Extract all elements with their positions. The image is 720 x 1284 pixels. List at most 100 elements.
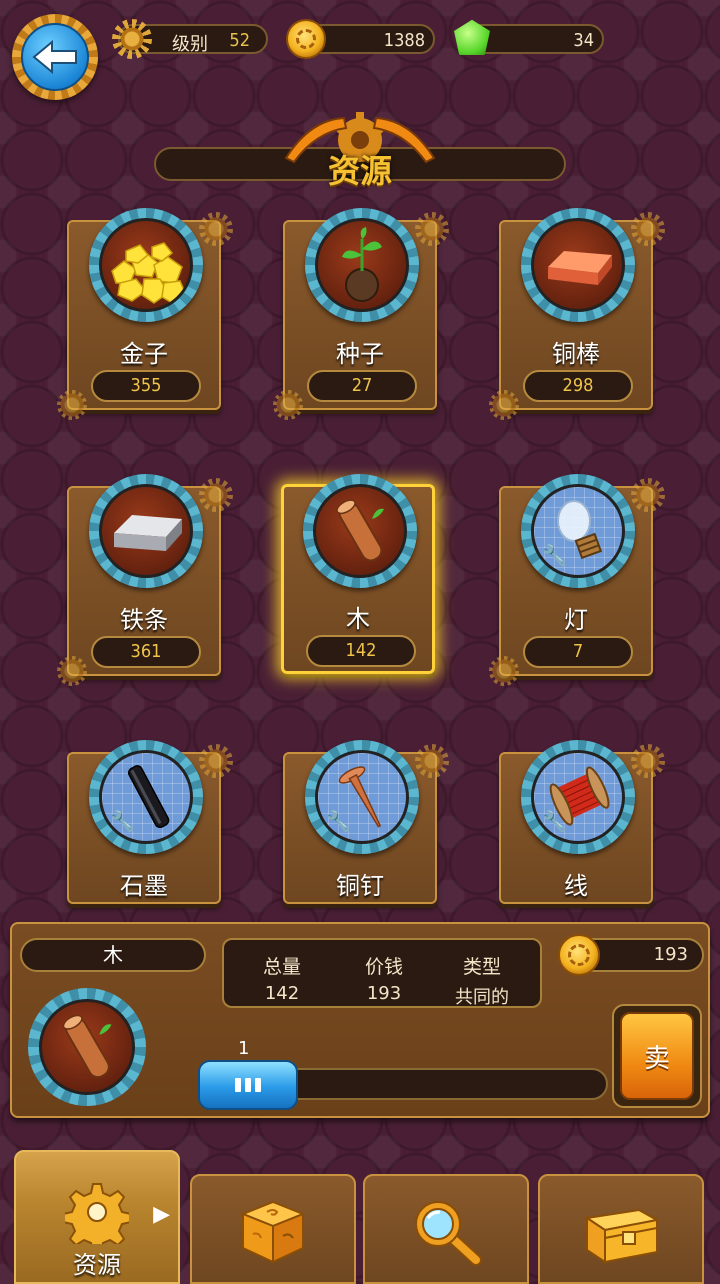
back-arrow-icon bbox=[21, 23, 89, 91]
seed-icon bbox=[315, 218, 409, 312]
decor-gear-icon bbox=[489, 390, 519, 420]
gold-nuggets-icon bbox=[99, 218, 193, 312]
level-value: 52 bbox=[229, 30, 250, 51]
resource-detail-panel: 木 总量 142 价钱 193 类型 共同的 193 1 卖 bbox=[10, 922, 710, 1118]
gem-balance: 34 bbox=[454, 19, 604, 55]
wood-log-icon bbox=[313, 484, 407, 578]
copper-bar-icon bbox=[531, 218, 625, 312]
iron-bar-icon bbox=[99, 484, 193, 578]
resource-count: 361 bbox=[91, 636, 201, 668]
resource-count: 27 bbox=[307, 370, 417, 402]
selected-resource-medal bbox=[28, 988, 146, 1106]
sell-price-display: 193 bbox=[558, 934, 704, 976]
decor-gear-icon bbox=[199, 744, 233, 778]
resource-medal bbox=[89, 208, 203, 322]
wrench-icon: 🔧 bbox=[542, 809, 567, 833]
price-value: 193 bbox=[366, 983, 402, 1004]
resource-card-seed[interactable]: 种子 27 bbox=[273, 208, 449, 420]
resource-name: 木 bbox=[346, 605, 370, 633]
selected-resource-name: 木 bbox=[20, 938, 206, 972]
resource-card-copper-nail[interactable]: 🔧 铜钉 bbox=[283, 740, 449, 904]
nav-crafting-button[interactable] bbox=[190, 1174, 356, 1284]
sell-button[interactable]: 卖 bbox=[612, 1004, 702, 1108]
nav-resources-label: 资源 bbox=[73, 1251, 121, 1279]
nav-resources-button[interactable]: ▶ 资源 bbox=[14, 1150, 180, 1284]
resource-card-gold[interactable]: 金子 355 bbox=[57, 208, 233, 420]
total-label: 总量 bbox=[262, 956, 301, 978]
nav-search-button[interactable] bbox=[363, 1174, 529, 1284]
decor-gear-icon bbox=[199, 212, 233, 246]
decor-gear-icon bbox=[415, 744, 449, 778]
gem-icon bbox=[454, 19, 490, 55]
resource-name: 铁条 bbox=[120, 606, 168, 634]
resource-name: 铜棒 bbox=[552, 340, 600, 368]
total-info: 总量 142 bbox=[232, 952, 332, 1004]
resource-card-wood[interactable]: 木 142 bbox=[281, 474, 435, 674]
resource-name: 灯 bbox=[564, 606, 588, 634]
resource-medal: 🔧 bbox=[521, 740, 635, 854]
resource-medal: 🔧 bbox=[521, 474, 635, 588]
nav-chest-button[interactable] bbox=[538, 1174, 704, 1284]
total-value: 142 bbox=[264, 983, 300, 1004]
resource-card-lamp[interactable]: 🔧 灯 7 bbox=[489, 474, 665, 686]
wrench-icon: 🔧 bbox=[542, 543, 567, 567]
resource-count: 298 bbox=[523, 370, 633, 402]
sell-button-label: 卖 bbox=[620, 1012, 694, 1100]
decor-gear-icon bbox=[631, 744, 665, 778]
resource-name: 铜钉 bbox=[336, 872, 384, 900]
resource-medal bbox=[303, 474, 417, 588]
copper-nail-icon: 🔧 bbox=[315, 750, 409, 844]
resource-count: 7 bbox=[523, 636, 633, 668]
sell-price-value: 193 bbox=[653, 944, 688, 965]
graphite-rod-icon: 🔧 bbox=[99, 750, 193, 844]
decor-gear-icon bbox=[489, 656, 519, 686]
resource-medal bbox=[89, 474, 203, 588]
gem-count: 34 bbox=[573, 30, 594, 51]
wrench-icon: 🔧 bbox=[326, 809, 351, 833]
resource-medal bbox=[521, 208, 635, 322]
decor-gear-icon bbox=[273, 390, 303, 420]
resource-card-copper-bar[interactable]: 铜棒 298 bbox=[489, 208, 665, 420]
price-label: 价钱 bbox=[364, 956, 403, 978]
resource-medal: 🔧 bbox=[89, 740, 203, 854]
resource-name: 金子 bbox=[120, 340, 168, 368]
resource-medal: 🔧 bbox=[305, 740, 419, 854]
gear-icon bbox=[65, 1183, 129, 1244]
crafting-cube-icon bbox=[240, 1200, 306, 1264]
lamp-bulb-icon: 🔧 bbox=[531, 484, 625, 578]
resource-card-iron-bar[interactable]: 铁条 361 bbox=[57, 474, 233, 686]
wrench-icon: 🔧 bbox=[110, 809, 135, 833]
play-arrow-icon: ▶ bbox=[153, 1202, 170, 1227]
decor-gear-icon bbox=[631, 212, 665, 246]
decor-gear-icon bbox=[631, 478, 665, 512]
resource-count: 355 bbox=[91, 370, 201, 402]
search-icon bbox=[415, 1201, 482, 1266]
resource-name: 石墨 bbox=[120, 872, 168, 900]
wire-spool-icon: 🔧 bbox=[531, 750, 625, 844]
decor-gear-icon bbox=[199, 478, 233, 512]
decor-gear-icon bbox=[57, 656, 87, 686]
level-indicator: 级别 52 bbox=[112, 19, 268, 59]
decor-gear-icon bbox=[415, 212, 449, 246]
quantity-value: 1 bbox=[238, 1038, 250, 1059]
type-label: 类型 bbox=[462, 956, 501, 978]
resource-card-wire[interactable]: 🔧 线 bbox=[499, 740, 665, 904]
resource-card-graphite[interactable]: 🔧 石墨 bbox=[67, 740, 233, 904]
resource-info-box: 总量 142 价钱 193 类型 共同的 bbox=[222, 938, 542, 1008]
back-button[interactable] bbox=[12, 14, 98, 100]
resource-name: 种子 bbox=[336, 340, 384, 368]
resource-medal bbox=[305, 208, 419, 322]
type-info: 类型 共同的 bbox=[432, 952, 532, 1009]
coin-icon bbox=[558, 934, 600, 976]
decor-gear-icon bbox=[57, 390, 87, 420]
gear-icon bbox=[112, 19, 152, 59]
coin-balance: 1388 bbox=[286, 19, 435, 59]
level-label: 级别 bbox=[172, 34, 208, 55]
quantity-slider-handle[interactable] bbox=[198, 1060, 298, 1110]
wood-log-icon bbox=[39, 999, 135, 1095]
resource-count: 142 bbox=[306, 635, 416, 667]
coin-icon bbox=[286, 19, 326, 59]
page-title: 资源 bbox=[327, 152, 392, 190]
type-value: 共同的 bbox=[455, 987, 509, 1008]
price-info: 价钱 193 bbox=[334, 952, 434, 1004]
